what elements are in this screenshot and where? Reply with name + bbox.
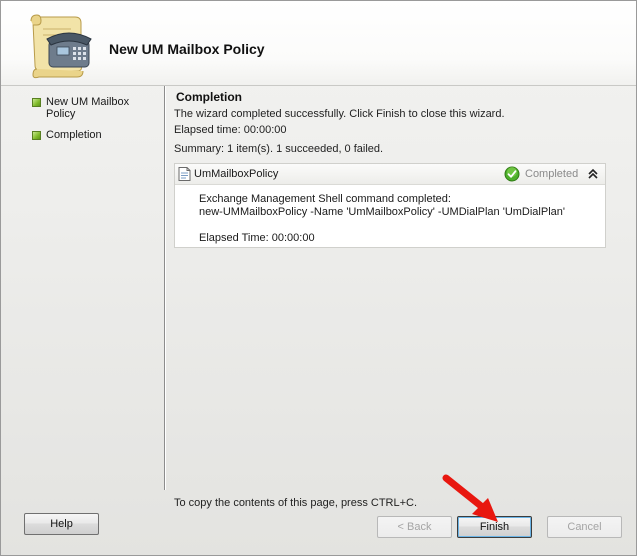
wizard-steps-sidebar: New UM Mailbox Policy Completion bbox=[0, 86, 165, 486]
result-status: Completed bbox=[525, 168, 579, 180]
check-circle-icon bbox=[504, 166, 520, 182]
result-line: Elapsed Time: 00:00:00 bbox=[199, 232, 315, 244]
collapse-chevron-icon[interactable] bbox=[587, 167, 599, 181]
elapsed-time: Elapsed time: 00:00:00 bbox=[174, 124, 287, 136]
help-button[interactable]: Help bbox=[24, 513, 99, 535]
wizard-header: New UM Mailbox Policy bbox=[1, 1, 636, 86]
completion-message: The wizard completed successfully. Click… bbox=[174, 108, 505, 120]
sidebar-step-completion: Completion bbox=[32, 129, 146, 141]
finish-button[interactable]: Finish bbox=[457, 516, 532, 538]
document-icon bbox=[178, 167, 191, 181]
page-title: Completion bbox=[176, 90, 242, 104]
sidebar-divider bbox=[164, 86, 165, 490]
sidebar-step-label: Completion bbox=[46, 129, 102, 141]
result-panel: UmMailboxPolicy Completed Exchange Manag… bbox=[174, 163, 606, 248]
back-button[interactable]: < Back bbox=[377, 516, 452, 538]
summary-text: Summary: 1 item(s). 1 succeeded, 0 faile… bbox=[174, 143, 384, 155]
copy-hint: To copy the contents of this page, press… bbox=[174, 497, 418, 509]
step-complete-icon bbox=[32, 131, 41, 140]
wizard-title: New UM Mailbox Policy bbox=[109, 41, 265, 57]
result-item-name: UmMailboxPolicy bbox=[194, 168, 279, 180]
cancel-button[interactable]: Cancel bbox=[547, 516, 622, 538]
sidebar-step-label: New UM Mailbox Policy bbox=[46, 96, 130, 120]
step-complete-icon bbox=[32, 98, 41, 107]
result-line: Exchange Management Shell command comple… bbox=[199, 193, 451, 205]
sidebar-step-new-um-mailbox-policy: New UM Mailbox Policy bbox=[32, 96, 146, 120]
result-line: new-UMMailboxPolicy -Name 'UmMailboxPoli… bbox=[199, 206, 565, 218]
result-header: UmMailboxPolicy Completed bbox=[175, 164, 605, 185]
phone-scroll-icon bbox=[30, 14, 92, 79]
